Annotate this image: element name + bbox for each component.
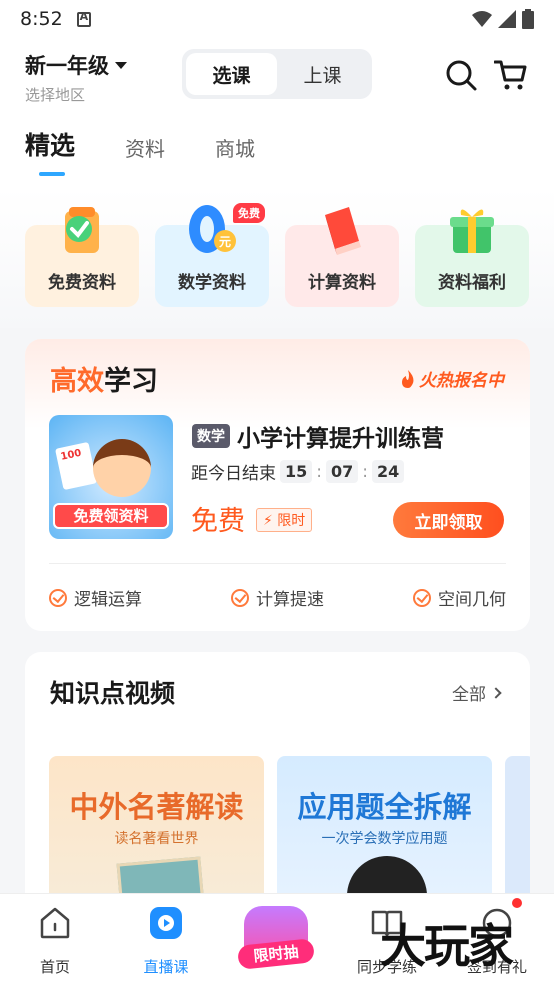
content-tabs: 精选 资料 商城 — [25, 126, 255, 176]
cover-paper-score: 100 — [59, 447, 83, 463]
tab-label: 直播课 — [143, 958, 189, 976]
video-title: 应用题全拆解 — [297, 790, 472, 824]
top-header: 新一年级 选择地区 选课 上课 精选 资料 商城 — [0, 38, 554, 188]
knowledge-videos-card: 知识点视频 全部 中外名著解读 读名著看世界 应用题全拆解 一次学会数学应用题 — [25, 652, 530, 912]
quick-item-calc-materials[interactable]: 计算资料 — [285, 207, 399, 307]
divider — [49, 563, 506, 564]
chevron-right-icon — [490, 686, 502, 699]
search-icon[interactable] — [444, 58, 478, 92]
tab-home[interactable]: 首页 — [10, 906, 100, 977]
status-time: 8:52 — [20, 8, 63, 30]
feature-list: 逻辑运算 计算提速 空间几何 — [49, 585, 506, 610]
cart-icon[interactable] — [494, 58, 528, 92]
video-subtitle: 读名著看世界 — [114, 831, 199, 847]
card-title-rest: 学习 — [104, 366, 158, 397]
quick-entries: 免费资料 元 免费 数学资料 计算资料 资料福利 — [0, 188, 554, 328]
gift-icon — [450, 209, 494, 253]
battery-icon — [522, 9, 534, 29]
video-subtitle: 一次学会数学应用题 — [321, 831, 448, 847]
svg-text:元: 元 — [219, 235, 231, 249]
signal-icon — [498, 10, 516, 28]
countdown-hours: 15 — [280, 460, 313, 483]
wifi-icon — [472, 11, 492, 27]
quick-item-benefits[interactable]: 资料福利 — [415, 209, 529, 307]
check-circle-icon — [49, 588, 67, 607]
quick-item-label: 计算资料 — [308, 273, 376, 293]
cover-character — [93, 439, 151, 497]
tab-mall[interactable]: 商城 — [215, 133, 255, 162]
check-circle-icon — [231, 588, 249, 607]
subject-tag: 数学 — [192, 424, 230, 448]
card-title-highlight: 高效 — [50, 366, 104, 397]
view-all-label: 全部 — [452, 685, 486, 705]
video-card[interactable]: 应用题全拆解 一次学会数学应用题 — [277, 756, 492, 912]
course-cover-image[interactable]: 100 免费领资料 — [49, 415, 173, 539]
check-circle-icon — [413, 588, 431, 607]
cover-paper: 100 — [55, 441, 97, 491]
grade-selector[interactable]: 新一年级 选择地区 — [25, 50, 127, 105]
watermark-logo: 大玩家 — [380, 919, 514, 973]
feature-item: 计算提速 — [231, 585, 324, 610]
tab-featured-label: 精选 — [25, 131, 76, 160]
quick-item-label: 免费资料 — [48, 273, 116, 293]
efficient-learning-card: 高效学习 火热报名中 100 免费领资料 数学 小学计算提升训练营 距今日结束 … — [25, 339, 530, 631]
countdown: 距今日结束 15 : 07 : 24 — [191, 459, 405, 484]
countdown-minutes: 07 — [326, 460, 359, 483]
feature-label: 计算提速 — [256, 590, 324, 610]
course-mode-switch: 选课 上课 — [182, 49, 372, 99]
quick-item-math-materials[interactable]: 元 免费 数学资料 — [155, 203, 269, 307]
video-card[interactable]: 中外名著解读 读名著看世界 — [49, 756, 264, 912]
tab-active-indicator — [39, 172, 65, 176]
flame-icon — [402, 369, 414, 388]
notification-icon — [76, 10, 91, 27]
limited-time-tag: ⚡ 限时 — [256, 508, 313, 532]
region-label: 选择地区 — [25, 86, 86, 104]
caret-down-icon — [115, 61, 127, 69]
limited-time-text: 限时 — [277, 513, 306, 529]
view-all-link[interactable]: 全部 — [452, 680, 502, 705]
feature-item: 空间几何 — [413, 585, 506, 610]
free-badge: 免费 — [233, 203, 265, 223]
hot-enrolling-label: 火热报名中 — [401, 366, 504, 391]
section-title: 知识点视频 — [50, 679, 176, 708]
notification-dot — [512, 898, 522, 908]
cover-banner: 免费领资料 — [53, 503, 169, 529]
feature-label: 空间几何 — [438, 590, 506, 610]
grade-label: 新一年级 — [25, 54, 109, 78]
quick-item-free-materials[interactable]: 免费资料 — [25, 207, 139, 307]
tab-featured[interactable]: 精选 — [25, 126, 76, 176]
countdown-seconds: 24 — [372, 460, 405, 483]
video-title: 中外名著解读 — [69, 790, 244, 824]
claim-now-button[interactable]: 立即领取 — [393, 502, 504, 538]
video-card-partial[interactable] — [505, 756, 530, 912]
status-bar: 8:52 — [0, 0, 554, 38]
zero-yuan-icon: 元 — [189, 205, 236, 253]
hot-text: 火热报名中 — [419, 371, 504, 391]
quick-item-label: 数学资料 — [178, 273, 246, 293]
tab-materials[interactable]: 资料 — [125, 133, 165, 162]
lightning-icon: ⚡ — [263, 513, 273, 529]
tab-live-course[interactable]: 直播课 — [121, 906, 211, 977]
quick-item-label: 资料福利 — [438, 273, 506, 293]
play-icon — [150, 907, 182, 939]
clipboard-check-icon — [65, 207, 99, 253]
book-icon — [325, 207, 361, 255]
lucky-draw-button[interactable]: 限时抽 — [236, 898, 316, 970]
countdown-separator: : — [316, 461, 322, 482]
price-label: 免费 — [191, 506, 245, 537]
countdown-label: 距今日结束 — [191, 464, 276, 484]
segment-attend-class[interactable]: 上课 — [277, 53, 368, 95]
course-title[interactable]: 小学计算提升训练营 — [237, 419, 444, 453]
card-title: 高效学习 — [50, 359, 158, 398]
feature-item: 逻辑运算 — [49, 585, 142, 610]
countdown-separator: : — [362, 461, 368, 482]
tab-label: 首页 — [39, 958, 70, 976]
segment-select-course[interactable]: 选课 — [186, 53, 277, 95]
feature-label: 逻辑运算 — [74, 590, 142, 610]
home-icon — [40, 907, 70, 939]
